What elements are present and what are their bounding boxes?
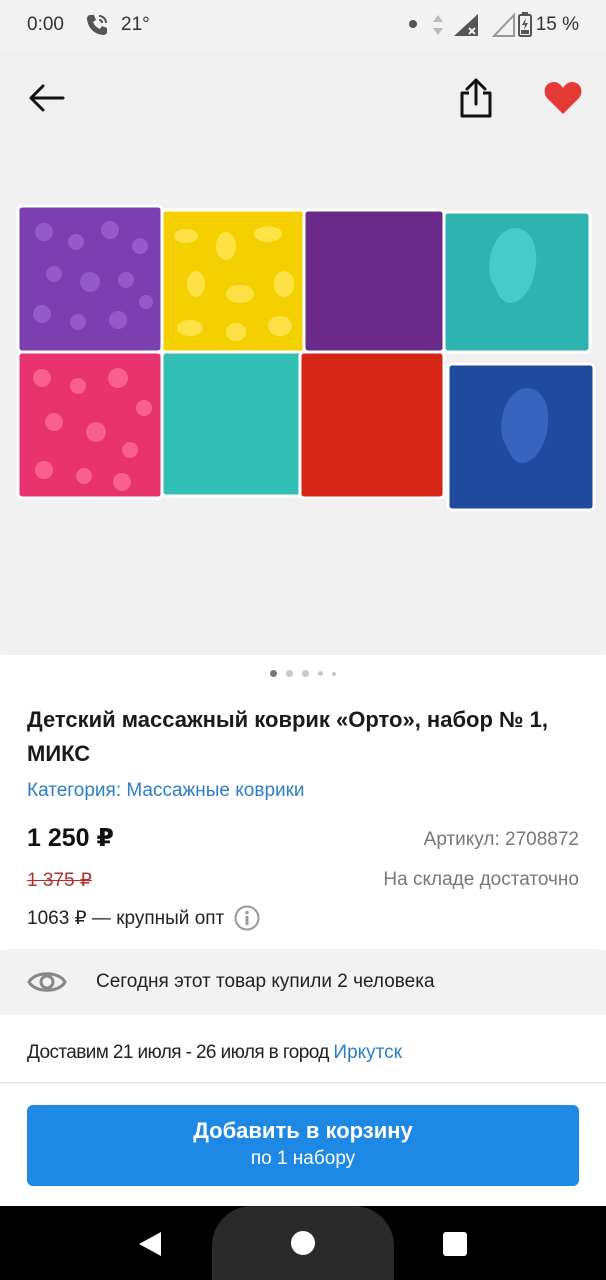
nav-home-icon[interactable] — [291, 1231, 315, 1255]
purchase-counter-text: Сегодня этот товар купили 2 человека — [96, 971, 435, 992]
pagination-dot[interactable] — [332, 671, 336, 676]
delivery-info: Доставим 21 июля - 26 июля в город Иркут… — [0, 1015, 606, 1083]
phone-wifi-call-icon — [87, 15, 107, 35]
delivery-dates: Доставим 21 июля - 26 июля в город — [27, 1042, 334, 1063]
status-temperature: 21° — [121, 14, 150, 35]
favorite-button[interactable] — [539, 74, 587, 122]
notification-dot-icon — [409, 20, 417, 28]
product-gallery[interactable] — [0, 50, 606, 655]
pagination-dot[interactable] — [318, 671, 323, 676]
delivery-city-link[interactable]: Иркутск — [333, 1042, 402, 1063]
old-price: 1 375 ₽ — [27, 870, 92, 891]
gallery-pagination[interactable] — [0, 670, 606, 677]
add-to-cart-button[interactable]: Добавить в корзину по 1 набору — [27, 1105, 579, 1186]
share-icon — [460, 78, 492, 118]
product-title: Детский массажный коврик «Орто», набор №… — [27, 707, 549, 766]
info-icon[interactable] — [234, 905, 260, 931]
product-image[interactable] — [14, 202, 596, 564]
eye-icon — [27, 972, 67, 992]
signal-empty-icon — [492, 12, 515, 37]
arrow-left-icon — [29, 84, 65, 112]
share-button[interactable] — [452, 74, 500, 122]
back-button[interactable] — [22, 74, 70, 122]
nav-recent-icon[interactable] — [443, 1232, 467, 1256]
pagination-dot[interactable] — [270, 670, 277, 677]
status-bar: 0:00 21° 15 % — [0, 0, 606, 50]
product-article: Артикул: 2708872 — [423, 829, 579, 850]
pagination-dot[interactable] — [286, 670, 293, 677]
add-to-cart-sublabel: по 1 набору — [250, 1148, 356, 1169]
heart-icon — [544, 82, 582, 114]
wholesale-price-text: 1063 ₽ — крупный опт — [27, 907, 225, 929]
data-arrows-icon — [433, 15, 443, 35]
status-time: 0:00 — [27, 14, 64, 35]
wholesale-price: 1063 ₽ — крупный опт — [27, 905, 260, 931]
delivery-text: Доставим 21 июля - 26 июля в город Иркут… — [27, 1042, 402, 1064]
status-battery: 15 % — [535, 14, 579, 35]
category-link[interactable]: Категория: Массажные коврики — [27, 780, 305, 802]
product-price: 1 250 ₽ — [27, 824, 114, 852]
system-navigation-bar — [0, 1206, 606, 1280]
purchase-counter-banner: Сегодня этот товар купили 2 человека — [0, 949, 606, 1015]
pagination-dot[interactable] — [302, 670, 309, 677]
stock-status: На складе достаточно — [383, 869, 579, 890]
add-to-cart-label: Добавить в корзину — [193, 1118, 413, 1143]
signal-icon — [454, 14, 478, 36]
nav-back-icon[interactable] — [137, 1230, 163, 1258]
battery-icon — [518, 12, 532, 37]
